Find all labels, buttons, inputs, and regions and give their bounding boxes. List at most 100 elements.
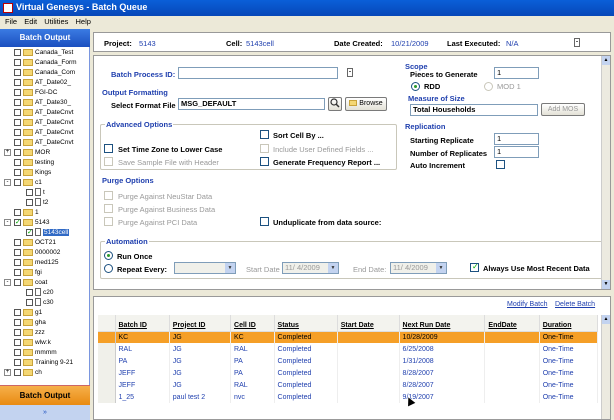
tree-item-checkbox[interactable]: ✓ [14,218,21,226]
tree-item-checkbox[interactable] [14,208,21,216]
grid-scrollbar[interactable]: ▲ [601,315,610,419]
repeat-interval-select[interactable]: ▼ [174,262,236,274]
tree-item[interactable]: AT_DateCnvt [14,108,74,117]
tree-item[interactable]: AT_DateCnvt [14,138,74,147]
rdd-radio[interactable] [411,82,420,91]
starting-replicate-input[interactable]: 1 [494,133,539,145]
row-header[interactable] [98,355,116,367]
menu-edit[interactable]: Edit [24,17,37,26]
tree-item[interactable]: - coat [4,278,47,287]
tree-item-checkbox[interactable] [14,98,21,106]
tree-item-checkbox[interactable] [14,318,21,326]
end-date-picker[interactable]: 11/ 4/2009 ▼ [390,262,447,274]
tree-item-checkbox[interactable] [14,308,21,316]
tree-item-checkbox[interactable] [14,178,21,186]
menu-file[interactable]: File [5,17,17,26]
tree-item[interactable]: ✓ 5143cell [26,228,70,237]
project-tree[interactable]: Canada_Test Canada_Form Canada_Com AT_Date0… [0,48,90,380]
purge-neustar-checkbox[interactable] [104,191,113,200]
tree-item[interactable]: AT_DateCnvt [14,118,74,127]
purge-business-checkbox[interactable] [104,204,113,213]
notes-icon[interactable] [574,38,580,47]
tree-item-checkbox[interactable] [26,298,33,306]
tree-item-checkbox[interactable] [14,48,21,56]
tree-item[interactable]: AT_Date30_ [14,98,71,107]
tree-item-checkbox[interactable] [14,348,21,356]
save-sample-checkbox[interactable] [104,157,113,166]
tree-item[interactable]: AT_DateCnvt [14,128,74,137]
col-project-id[interactable]: Project ID [169,315,232,332]
collapse-icon[interactable]: - [4,279,11,286]
tree-item-checkbox[interactable] [14,358,21,366]
menu-utilities[interactable]: Utilities [44,17,68,26]
tree-item-checkbox[interactable] [14,268,21,276]
tree-item-checkbox[interactable] [14,128,21,136]
tree-item-checkbox[interactable] [14,158,21,166]
col-status[interactable]: Status [274,315,338,332]
tree-item[interactable]: OCT21 [14,238,56,247]
tree-item[interactable]: fgi [14,268,42,277]
browse-button[interactable]: Browse [345,97,387,111]
tree-item-checkbox[interactable] [14,168,21,176]
modify-batch-link[interactable]: Modify Batch [507,301,547,308]
tree-item[interactable]: + ch [4,368,42,377]
col-end-date[interactable]: EndDate [484,315,540,332]
table-row[interactable]: JEFF JG PA Completed 8/28/2007 One-Time [98,367,599,379]
tree-item[interactable]: Canada_Form [14,58,77,67]
tree-item-checkbox[interactable] [14,118,21,126]
row-header[interactable] [98,391,116,403]
collapse-icon[interactable]: - [4,179,11,186]
tree-item-checkbox[interactable] [14,338,21,346]
table-row[interactable]: RAL JG RAL Completed 6/25/2008 One-Time [98,343,599,355]
tree-item-checkbox[interactable] [14,108,21,116]
tree-item-checkbox[interactable] [14,148,21,156]
scroll-down-icon[interactable]: ▼ [602,280,610,289]
menu-help[interactable]: Help [75,17,90,26]
delete-batch-link[interactable]: Delete Batch [555,301,595,308]
tree-item[interactable]: - ✓ 5143 [4,218,49,227]
table-row[interactable]: 1_25 paul test 2 nvc Completed 9/19/2007 One-… [98,391,599,403]
tree-item-checkbox[interactable] [26,288,33,296]
tree-item[interactable]: zzz [14,328,45,337]
tree-item-checkbox[interactable]: ✓ [26,228,33,236]
purge-pci-checkbox[interactable] [104,217,113,226]
unduplicate-checkbox[interactable] [260,217,269,226]
tree-item[interactable]: Kings [14,168,51,177]
table-row[interactable]: JEFF JG RAL Completed 8/28/2007 One-Time [98,379,599,391]
row-header[interactable] [98,367,116,379]
col-start-date[interactable]: Start Date [337,315,400,332]
tree-item[interactable]: FGI-DC [14,88,57,97]
batch-id-notes-icon[interactable] [347,68,353,77]
splitter[interactable] [93,291,611,295]
pieces-input[interactable]: 1 [494,67,539,79]
expand-icon[interactable]: + [4,149,11,156]
tree-item[interactable]: Canada_Com [14,68,75,77]
tree-item[interactable]: testing [14,158,54,167]
table-row[interactable]: PA JG PA Completed 1/31/2008 One-Time [98,355,599,367]
tree-item-checkbox[interactable] [14,58,21,66]
tree-item[interactable]: wlw:k [14,338,51,347]
tree-item[interactable]: Canada_Test [14,48,73,57]
scroll-up-icon[interactable]: ▲ [602,56,610,65]
batch-id-input[interactable] [178,67,338,79]
num-replicates-input[interactable]: 1 [494,146,539,158]
collapse-icon[interactable]: - [4,219,11,226]
tree-item[interactable]: t2 [26,198,48,207]
row-header[interactable] [98,331,116,343]
recent-data-checkbox[interactable] [470,262,479,272]
sort-cell-checkbox[interactable] [260,130,269,139]
add-mos-button[interactable]: Add MOS [541,103,585,116]
measure-select[interactable]: Total Households [410,104,538,116]
tree-item[interactable]: AT_Date02_ [14,78,71,87]
tree-item-checkbox[interactable] [14,258,21,266]
format-file-input[interactable]: MSG_DEFAULT [178,98,325,110]
tree-item[interactable]: Training 9-21 [14,358,73,367]
tree-item[interactable]: c20 [26,288,53,297]
tree-item-checkbox[interactable] [14,368,21,376]
run-once-radio[interactable] [104,251,113,260]
tree-item[interactable]: 0000002 [14,248,60,257]
tree-item-checkbox[interactable] [14,278,21,286]
tree-item-checkbox[interactable] [14,248,21,256]
search-format-button[interactable] [328,97,342,111]
tree-item-checkbox[interactable] [14,138,21,146]
